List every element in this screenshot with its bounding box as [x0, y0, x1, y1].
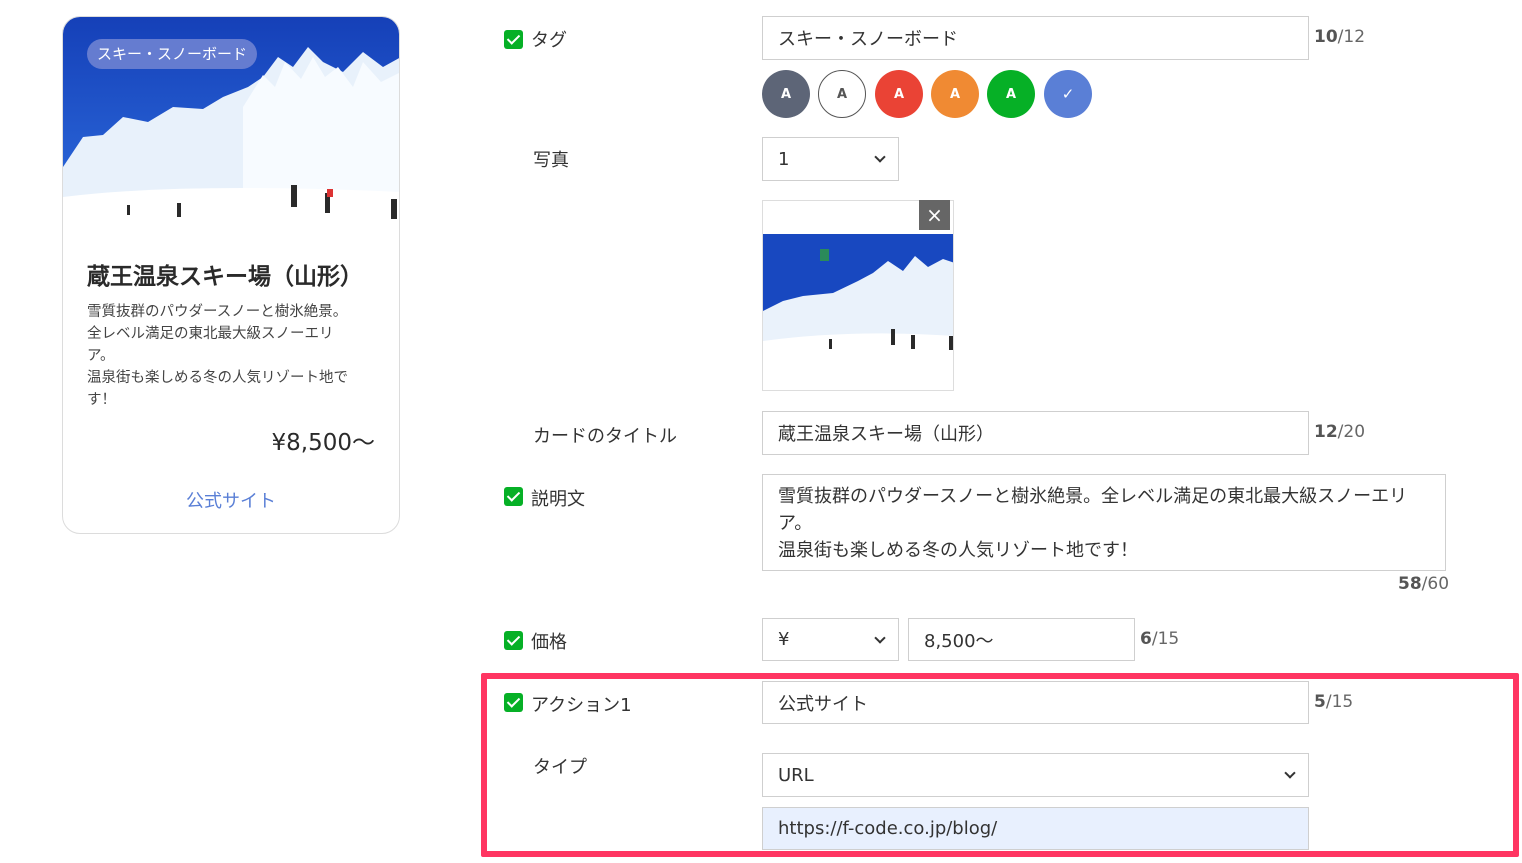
description-count: 58: [1398, 574, 1422, 594]
swatch-letter: A: [1005, 86, 1017, 102]
action1-url-input[interactable]: https://f-code.co.jp/blog/: [762, 807, 1309, 850]
action1-type-select[interactable]: URL: [762, 753, 1309, 797]
action1-count: 5: [1314, 692, 1326, 712]
card-title: 蔵王温泉スキー場（山形）: [87, 264, 363, 290]
swatch-letter: A: [836, 86, 848, 102]
action1-label: アクション1: [531, 695, 632, 716]
description-counter: 58/60: [1398, 574, 1449, 594]
tag-color-swatch[interactable]: A: [762, 70, 810, 118]
card-price: ¥8,500〜: [271, 430, 375, 456]
tag-color-swatch[interactable]: A: [875, 70, 923, 118]
tag-counter: 10/12: [1314, 27, 1365, 47]
description-textarea[interactable]: 雪質抜群のパウダースノーと樹氷絶景。全レベル満足の東北最大級スノーエリ ア。 温…: [762, 474, 1446, 571]
photo-label: 写真: [533, 150, 569, 171]
card-title-max: /20: [1337, 422, 1366, 442]
chevron-down-icon: [874, 631, 886, 644]
price-count: 6: [1140, 629, 1152, 649]
card-title-count: 12: [1314, 422, 1338, 442]
photo-count-select[interactable]: 1: [762, 137, 899, 181]
tag-color-swatch-selected[interactable]: ✓: [1044, 70, 1092, 118]
currency-value: ¥: [778, 629, 790, 650]
card-title-counter: 12/20: [1314, 422, 1365, 442]
price-input[interactable]: 8,500〜: [908, 618, 1135, 661]
tag-color-swatch[interactable]: A: [931, 70, 979, 118]
price-label: 価格: [531, 632, 567, 653]
tag-max: /12: [1337, 27, 1366, 47]
price-counter: 6/15: [1140, 629, 1179, 649]
action1-label-input[interactable]: 公式サイト: [762, 681, 1309, 724]
tag-input[interactable]: スキー・スノーボード: [762, 16, 1309, 60]
description-checkbox[interactable]: [504, 487, 523, 506]
card-title-input[interactable]: 蔵王温泉スキー場（山形）: [762, 411, 1309, 455]
card-tag: スキー・スノーボード: [87, 39, 258, 69]
chevron-down-icon: [1284, 767, 1296, 779]
preview-card: スキー・スノーボード 蔵王温泉スキー場（山形） 雪質抜群のパウダースノーと樹氷絶…: [62, 16, 400, 534]
action1-max: /15: [1325, 692, 1354, 712]
price-max: /15: [1151, 629, 1180, 649]
tag-count: 10: [1314, 27, 1338, 47]
tag-color-swatch[interactable]: A: [987, 70, 1035, 118]
tag-checkbox[interactable]: [504, 30, 523, 49]
action1-type-label: タイプ: [533, 757, 587, 778]
card-description: 雪質抜群のパウダースノーと樹氷絶景。 全レベル満足の東北最大級スノーエリ ア。 …: [87, 304, 348, 408]
action1-type-value: URL: [778, 764, 814, 786]
swatch-letter: A: [949, 86, 961, 102]
action1-counter: 5/15: [1314, 692, 1353, 712]
card-title-label: カードのタイトル: [533, 426, 677, 447]
check-icon: ✓: [1061, 85, 1075, 103]
tag-color-swatch[interactable]: A: [818, 70, 866, 118]
description-max: /60: [1421, 574, 1450, 594]
card-action-link[interactable]: 公式サイト: [63, 487, 399, 513]
action1-checkbox[interactable]: [504, 693, 523, 712]
chevron-down-icon: [874, 151, 886, 163]
currency-select[interactable]: ¥: [762, 618, 899, 661]
remove-photo-button[interactable]: ×: [919, 200, 950, 230]
price-checkbox[interactable]: [504, 631, 523, 650]
description-label: 説明文: [531, 489, 585, 510]
swatch-letter: A: [780, 86, 792, 102]
photo-count-value: 1: [778, 148, 790, 170]
tag-label: タグ: [531, 30, 567, 51]
swatch-letter: A: [893, 86, 905, 102]
